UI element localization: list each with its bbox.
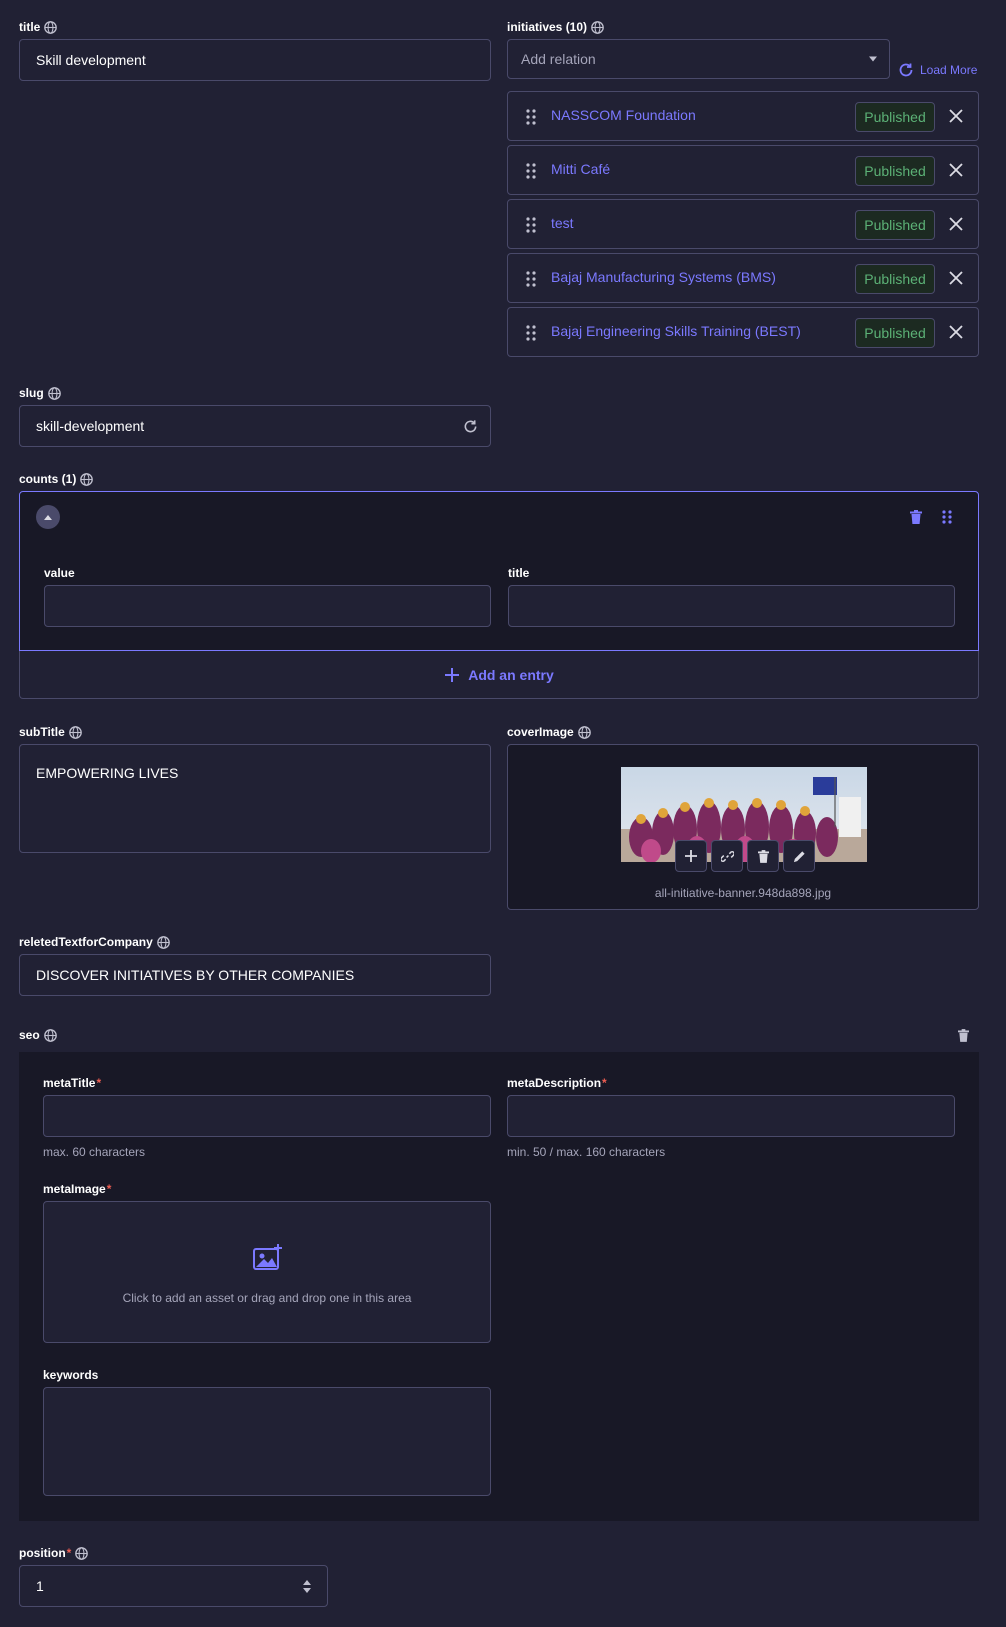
meta-description-label: metaDescription * (507, 1076, 607, 1090)
copy-link-button[interactable] (711, 840, 743, 872)
counts-label: counts (1) (19, 471, 94, 487)
keywords-textarea[interactable] (43, 1387, 491, 1496)
globe-icon (44, 20, 58, 34)
position-label: position * (19, 1545, 89, 1561)
refresh-icon (899, 63, 913, 77)
plus-icon (685, 850, 697, 862)
slug-label: slug (19, 385, 61, 401)
trash-icon (757, 849, 769, 863)
globe-icon (47, 386, 61, 400)
collapse-button[interactable] (36, 505, 60, 529)
relation-link[interactable]: NASSCOM Foundation (551, 107, 696, 123)
relation-item: Bajaj Manufacturing Systems (BMS) Publis… (507, 253, 979, 303)
drag-handle-icon[interactable] (526, 325, 536, 341)
delete-image-button[interactable] (747, 840, 779, 872)
title-input[interactable]: Skill development (19, 39, 491, 81)
caret-down-icon (869, 56, 877, 62)
add-image-button[interactable] (675, 840, 707, 872)
edit-image-button[interactable] (783, 840, 815, 872)
globe-icon (156, 935, 170, 949)
trash-icon[interactable] (958, 1029, 969, 1042)
slug-input[interactable]: skill-development (19, 405, 491, 447)
seo-panel: metaTitle * max. 60 characters metaDescri… (19, 1052, 979, 1521)
status-badge: Published (855, 102, 935, 132)
globe-icon (577, 725, 591, 739)
keywords-label: keywords (43, 1368, 99, 1382)
value-label: value (44, 566, 75, 580)
value-input[interactable] (44, 585, 491, 627)
meta-image-dropzone[interactable]: Click to add an asset or drag and drop o… (43, 1201, 491, 1343)
position-number-input[interactable]: 1 (19, 1565, 328, 1607)
relation-item: test Published (507, 199, 979, 249)
count-title-input[interactable] (508, 585, 955, 627)
cover-image-label: coverImage (507, 724, 591, 740)
relation-link[interactable]: Bajaj Manufacturing Systems (BMS) (551, 269, 776, 285)
cover-image-card: all-initiative-banner.948da898.jpg (507, 744, 979, 910)
remove-relation-icon[interactable] (948, 270, 964, 286)
pencil-icon (793, 850, 805, 862)
title-label: title (19, 19, 58, 35)
link-icon (720, 850, 734, 862)
meta-description-input[interactable] (507, 1095, 955, 1137)
subtitle-textarea[interactable]: EMPOWERING LIVES (19, 744, 491, 853)
status-badge: Published (855, 156, 935, 186)
globe-icon (43, 1028, 57, 1042)
drag-handle-icon[interactable] (526, 217, 536, 233)
cover-image-filename: all-initiative-banner.948da898.jpg (654, 886, 832, 900)
subtitle-label: subTitle (19, 724, 82, 740)
meta-image-label: metaImage * (43, 1182, 112, 1196)
relation-item: NASSCOM Foundation Published (507, 91, 979, 141)
relation-link[interactable]: Bajaj Engineering Skills Training (BEST) (551, 323, 801, 339)
remove-relation-icon[interactable] (948, 324, 964, 340)
meta-description-help: min. 50 / max. 160 characters (507, 1145, 666, 1159)
add-relation-select[interactable]: Add relation (507, 39, 890, 79)
image-actions (675, 840, 815, 872)
remove-relation-icon[interactable] (948, 108, 964, 124)
status-badge: Published (855, 318, 935, 348)
relation-link[interactable]: test (551, 215, 574, 231)
add-entry-button[interactable]: Add an entry (19, 651, 979, 699)
meta-title-label: metaTitle * (43, 1076, 102, 1090)
plus-icon (445, 667, 460, 682)
count-title-label: title (508, 566, 530, 580)
globe-icon (75, 1546, 89, 1560)
status-badge: Published (855, 210, 935, 240)
related-text-input[interactable]: DISCOVER INITIATIVES BY OTHER COMPANIES (19, 954, 491, 996)
status-badge: Published (855, 264, 935, 294)
chevron-up-icon (44, 514, 52, 520)
globe-icon (68, 725, 82, 739)
remove-relation-icon[interactable] (948, 216, 964, 232)
trash-icon[interactable] (910, 510, 922, 524)
meta-image-hint: Click to add an asset or drag and drop o… (122, 1291, 412, 1305)
stepper-icon[interactable] (303, 1580, 311, 1593)
seo-label: seo (19, 1027, 57, 1043)
add-image-icon (253, 1244, 282, 1270)
globe-icon (591, 20, 604, 34)
relation-item: Mitti Café Published (507, 145, 979, 195)
relation-link[interactable]: Mitti Café (551, 161, 610, 177)
initiatives-label: initiatives (10) (507, 19, 604, 35)
globe-icon (80, 472, 94, 486)
related-text-label: reletedTextforCompany (19, 934, 170, 950)
drag-handle-icon[interactable] (942, 510, 952, 524)
remove-relation-icon[interactable] (948, 162, 964, 178)
load-more-button[interactable]: Load More (898, 62, 977, 78)
regenerate-icon[interactable] (463, 419, 478, 434)
counts-entry: value title (19, 491, 979, 651)
meta-title-help: max. 60 characters (43, 1145, 146, 1159)
meta-title-input[interactable] (43, 1095, 491, 1137)
drag-handle-icon[interactable] (526, 109, 536, 125)
drag-handle-icon[interactable] (526, 271, 536, 287)
relation-item: Bajaj Engineering Skills Training (BEST)… (507, 307, 979, 357)
drag-handle-icon[interactable] (526, 163, 536, 179)
